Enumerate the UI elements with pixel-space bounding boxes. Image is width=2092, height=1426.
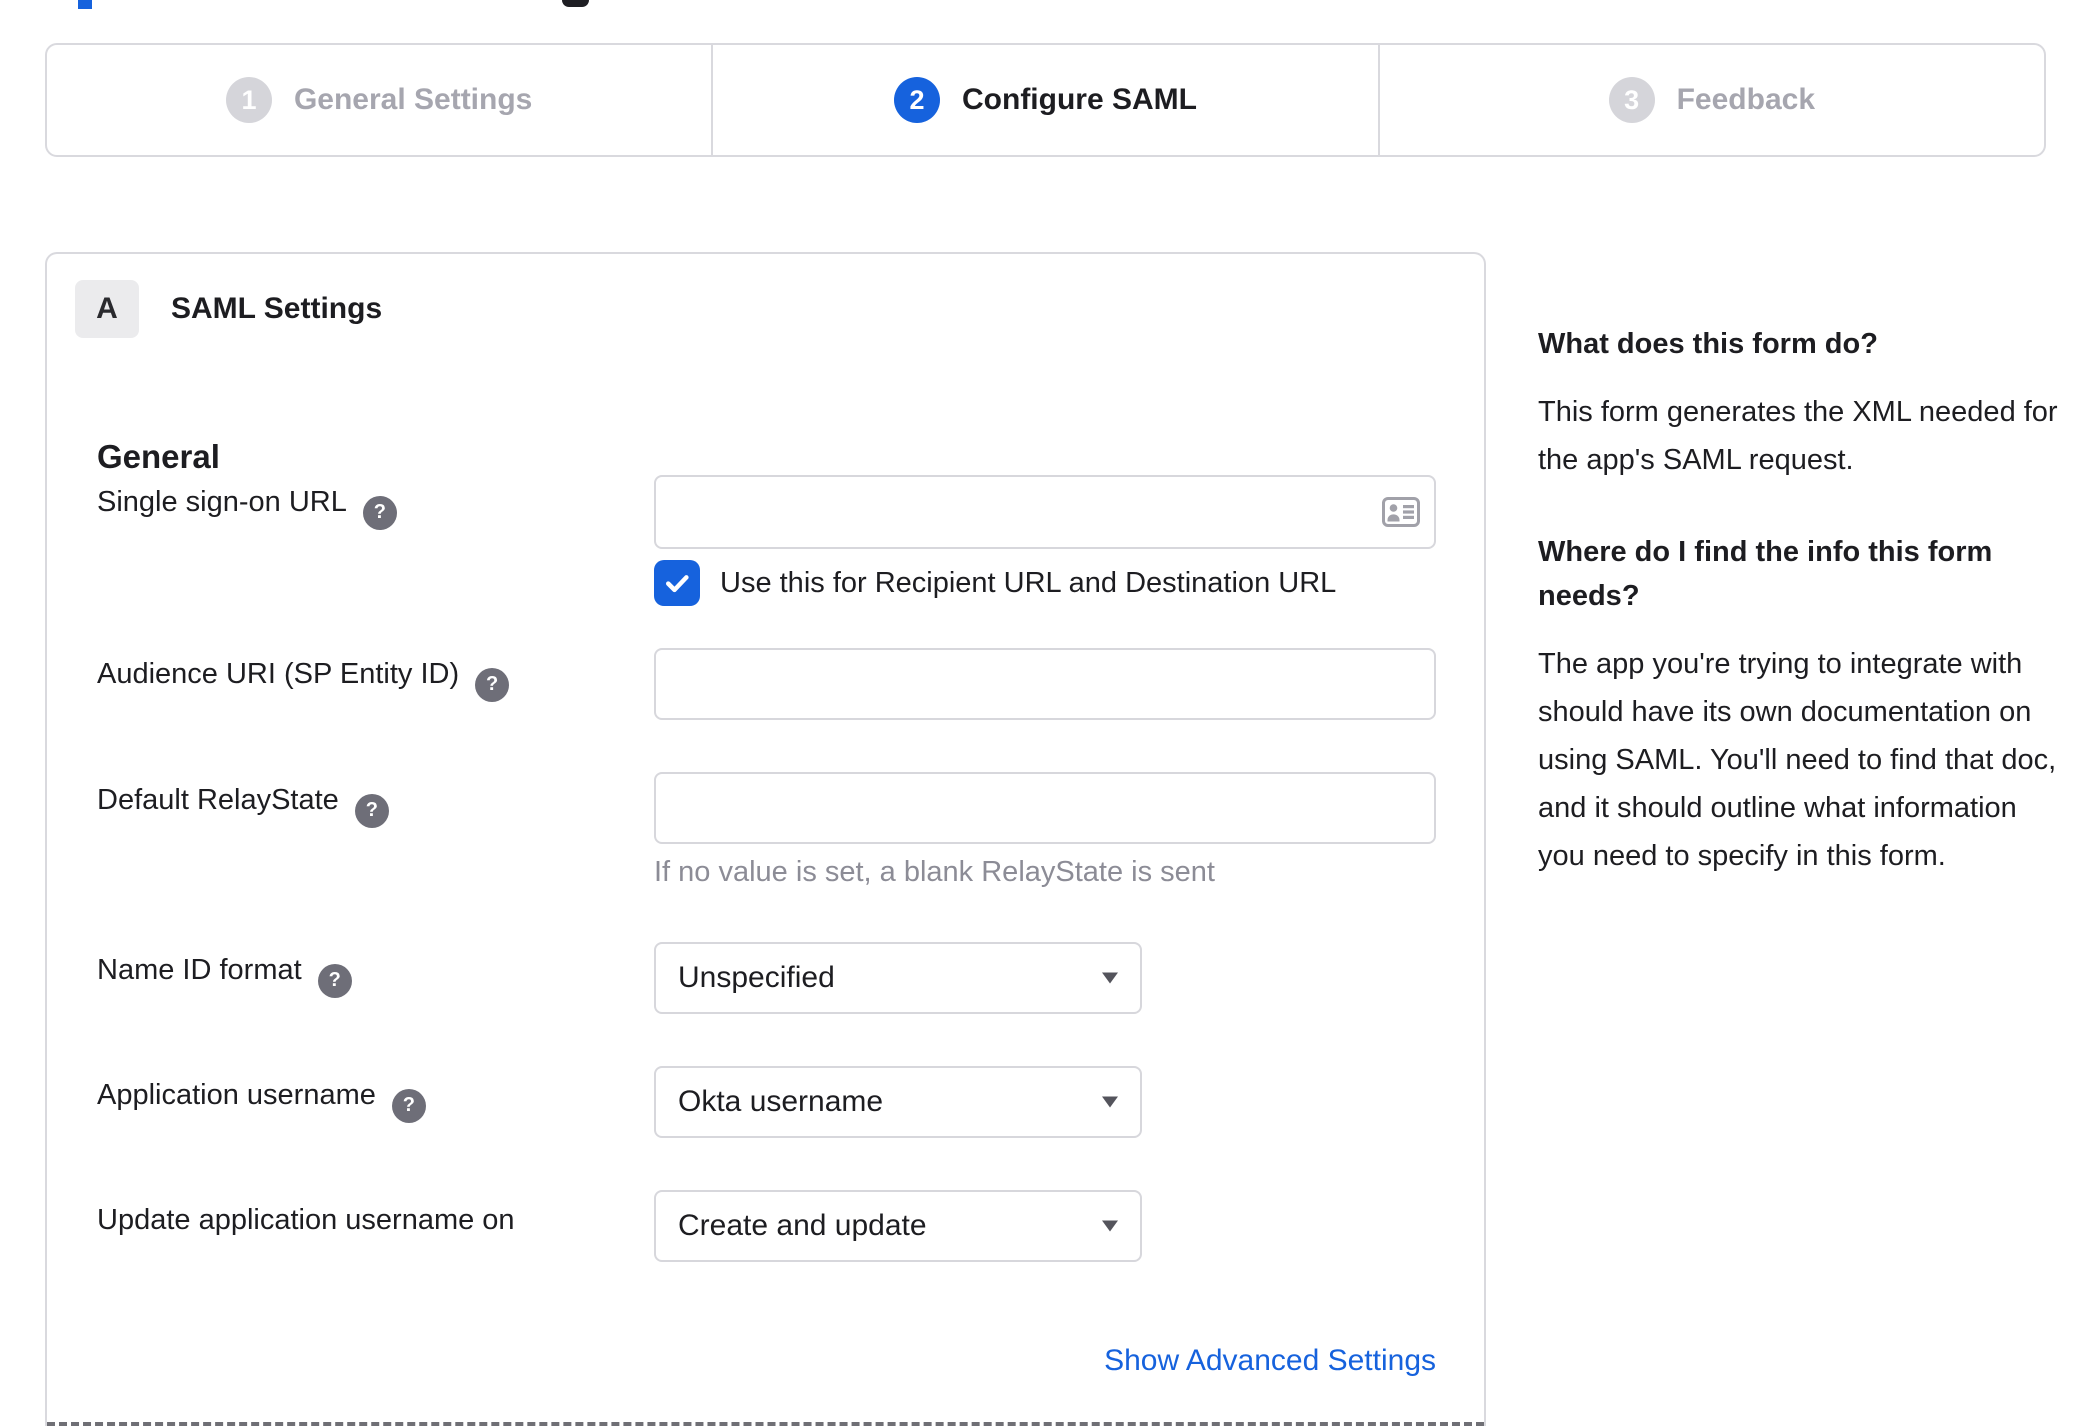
audience-uri-help-icon[interactable]: ?: [475, 667, 510, 702]
help-panel: What does this form do? This form genera…: [1538, 322, 2058, 880]
sso-url-help-icon[interactable]: ?: [362, 495, 397, 530]
update-username-select[interactable]: Create and update: [654, 1190, 1142, 1262]
chevron-down-icon: [1102, 1220, 1118, 1232]
show-advanced-settings-link[interactable]: Show Advanced Settings: [654, 1344, 1436, 1378]
dashed-section-divider: [47, 1422, 1484, 1426]
relay-state-label: Default RelayState?: [97, 784, 389, 828]
name-id-format-help-icon[interactable]: ?: [317, 963, 352, 998]
help-answer-1: This form generates the XML needed for t…: [1538, 396, 2058, 476]
step-3-circle: 3: [1608, 77, 1655, 123]
application-username-value: Okta username: [678, 1085, 884, 1118]
application-username-help-icon[interactable]: ?: [391, 1088, 426, 1123]
recipient-url-checkbox-row: Use this for Recipient URL and Destinati…: [654, 560, 1336, 606]
checkmark-icon: [666, 575, 689, 593]
step-configure-saml[interactable]: 2 Configure SAML: [711, 45, 1377, 155]
sso-url-input[interactable]: [654, 475, 1436, 549]
name-id-format-label: Name ID format?: [97, 954, 352, 998]
section-header: A SAML Settings: [75, 280, 382, 338]
sso-url-input-wrap: [654, 475, 1436, 549]
update-username-label: Update application username on: [97, 1204, 515, 1236]
wizard-stepper: 1 General Settings 2 Configure SAML 3 Fe…: [45, 43, 2046, 157]
step-2-circle: 2: [894, 77, 940, 123]
step-1-circle: 1: [225, 77, 272, 123]
step-feedback[interactable]: 3 Feedback: [1377, 45, 2044, 155]
relay-state-input-wrap: [654, 772, 1436, 844]
relay-state-help-icon[interactable]: ?: [354, 793, 389, 828]
step-3-label: Feedback: [1676, 83, 1816, 116]
cropped-blue-fragment: [78, 0, 92, 9]
saml-settings-card: A SAML Settings General Single sign-on U…: [45, 252, 1486, 1426]
help-question-1: What does this form do?: [1538, 328, 1878, 360]
step-2-label: Configure SAML: [962, 83, 1197, 116]
section-title: SAML Settings: [171, 292, 383, 325]
relay-state-helper-text: If no value is set, a blank RelayState i…: [654, 856, 1215, 888]
name-id-format-value: Unspecified: [678, 961, 835, 994]
configure-saml-page: 1 General Settings 2 Configure SAML 3 Fe…: [0, 0, 2092, 1426]
relay-state-input[interactable]: [654, 772, 1436, 844]
section-a-badge: A: [75, 280, 139, 338]
recipient-url-checkbox[interactable]: [654, 560, 700, 606]
contact-card-icon: [1382, 497, 1420, 527]
application-username-select[interactable]: Okta username: [654, 1066, 1142, 1138]
chevron-down-icon: [1102, 1096, 1118, 1108]
audience-uri-input-wrap: [654, 648, 1436, 720]
help-question-2: Where do I find the info this form needs…: [1538, 536, 1993, 612]
chevron-down-icon: [1102, 972, 1118, 984]
update-username-value: Create and update: [678, 1209, 927, 1242]
recipient-url-checkbox-label: Use this for Recipient URL and Destinati…: [720, 566, 1337, 599]
audience-uri-label: Audience URI (SP Entity ID)?: [97, 658, 510, 702]
name-id-format-select[interactable]: Unspecified: [654, 942, 1142, 1014]
general-group-title: General: [97, 438, 220, 475]
application-username-label: Application username?: [97, 1079, 426, 1123]
help-answer-2: The app you're trying to integrate with …: [1538, 648, 2057, 872]
audience-uri-input[interactable]: [654, 648, 1436, 720]
sso-url-label: Single sign-on URL?: [97, 486, 397, 530]
step-general-settings[interactable]: 1 General Settings: [47, 45, 711, 155]
step-1-label: General Settings: [293, 83, 533, 116]
cropped-black-fragment: [562, 0, 589, 7]
